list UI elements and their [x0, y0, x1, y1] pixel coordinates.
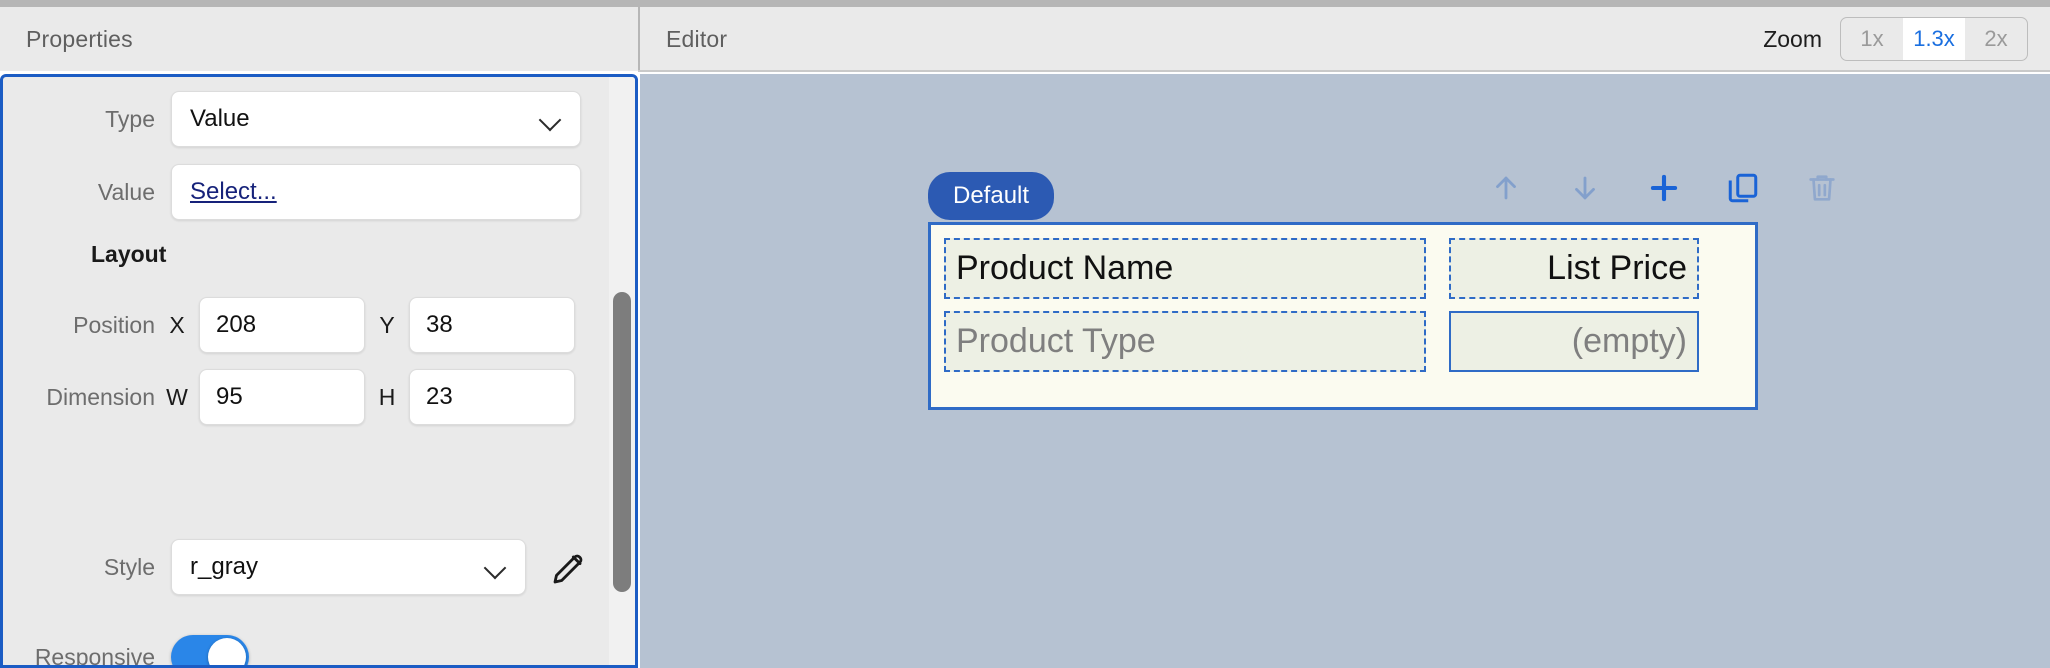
- value-field[interactable]: Select...: [171, 164, 581, 220]
- dimension-row: Dimension W 95 H 23: [3, 369, 635, 425]
- type-label: Type: [105, 105, 155, 132]
- zoom-control: Zoom 1x 1.3x 2x: [1763, 7, 2028, 71]
- duplicate-icon[interactable]: [1722, 167, 1764, 209]
- responsive-toggle[interactable]: [171, 635, 249, 665]
- dimension-label: Dimension: [46, 383, 155, 410]
- type-row: Type Value: [3, 91, 635, 147]
- window-chrome-bar: [0, 0, 2050, 7]
- dimension-w-axis-label: W: [166, 383, 188, 410]
- position-label: Position: [73, 311, 155, 338]
- position-y-axis-label: Y: [379, 311, 395, 338]
- cell-empty-selected[interactable]: (empty): [1449, 311, 1699, 372]
- position-y-input[interactable]: 38: [409, 297, 575, 353]
- position-row: Position X 208 Y 38: [3, 297, 635, 353]
- pencil-icon[interactable]: [550, 547, 590, 587]
- canvas-toolbar: [1485, 167, 1843, 209]
- dimension-h-input[interactable]: 23: [409, 369, 575, 425]
- properties-form: Type Value Value Select... Layout Positi…: [3, 77, 635, 665]
- style-row: Style r_gray: [3, 539, 635, 595]
- value-select-link[interactable]: Select...: [190, 178, 277, 206]
- zoom-label: Zoom: [1763, 25, 1822, 52]
- delete-icon[interactable]: [1801, 167, 1843, 209]
- properties-panel-header: Properties: [0, 7, 638, 71]
- style-select[interactable]: r_gray: [171, 539, 526, 595]
- type-select-value: Value: [190, 105, 250, 132]
- editor-canvas: Default Product Name List Price Product …: [640, 74, 2050, 668]
- properties-panel: Type Value Value Select... Layout Positi…: [0, 74, 638, 668]
- move-up-icon[interactable]: [1485, 167, 1527, 209]
- cell-product-type[interactable]: Product Type: [944, 311, 1426, 372]
- toggle-knob: [208, 638, 246, 665]
- page-title-properties: Properties: [26, 25, 133, 52]
- zoom-option-2x[interactable]: 2x: [1965, 18, 2027, 60]
- cell-product-name[interactable]: Product Name: [944, 238, 1426, 299]
- value-row: Value Select...: [3, 164, 635, 220]
- responsive-row: Responsive: [3, 635, 635, 668]
- dimension-w-input[interactable]: 95: [199, 369, 365, 425]
- card-row: Product Type (empty): [944, 311, 1742, 372]
- app-root: Properties Editor Zoom 1x 1.3x 2x Type V…: [0, 0, 2050, 668]
- type-select[interactable]: Value: [171, 91, 581, 147]
- cell-list-price[interactable]: List Price: [1449, 238, 1699, 299]
- chevron-down-icon: [540, 108, 562, 130]
- zoom-option-1-3x[interactable]: 1.3x: [1903, 18, 1965, 60]
- move-down-icon[interactable]: [1564, 167, 1606, 209]
- add-icon[interactable]: [1643, 167, 1685, 209]
- style-select-value: r_gray: [190, 553, 259, 580]
- page-title-editor: Editor: [666, 25, 728, 52]
- responsive-label: Responsive: [34, 643, 155, 668]
- zoom-option-1x[interactable]: 1x: [1841, 18, 1903, 60]
- dimension-h-axis-label: H: [378, 383, 396, 410]
- form-card: Product Name List Price Product Type (em…: [928, 222, 1758, 410]
- chevron-down-icon: [485, 556, 507, 578]
- position-x-input[interactable]: 208: [199, 297, 365, 353]
- card-row: Product Name List Price: [944, 238, 1742, 299]
- status-badge-default[interactable]: Default: [928, 172, 1055, 220]
- value-label: Value: [97, 178, 155, 205]
- properties-scrollbar-thumb[interactable]: [613, 292, 631, 592]
- position-x-axis-label: X: [169, 311, 185, 338]
- layout-section-title: Layout: [91, 241, 167, 267]
- properties-scrollbar-track[interactable]: [609, 77, 635, 665]
- style-label: Style: [103, 553, 155, 580]
- zoom-button-group: 1x 1.3x 2x: [1840, 17, 2028, 61]
